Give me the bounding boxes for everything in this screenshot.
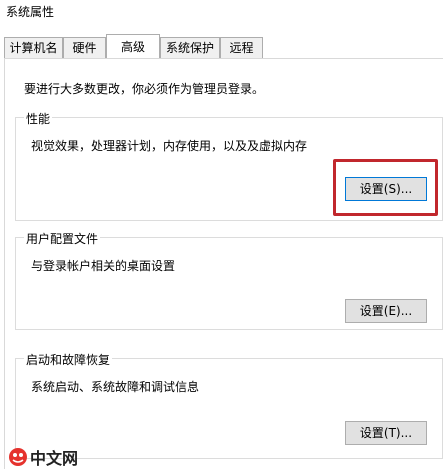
tab-remote[interactable]: 远程 xyxy=(220,37,263,58)
window-title: 系统属性 xyxy=(6,5,55,19)
tab-advanced[interactable]: 高级 xyxy=(106,34,160,58)
startup-recovery-group-title: 启动和故障恢复 xyxy=(24,351,113,368)
watermark-text: 中文网 xyxy=(30,451,79,468)
performance-group-title: 性能 xyxy=(24,110,53,127)
user-profiles-settings-button[interactable]: 设置(E)... xyxy=(345,299,427,323)
user-profiles-group-title: 用户配置文件 xyxy=(24,230,101,247)
watermark: 中文网 xyxy=(8,446,78,468)
admin-notice: 要进行大多数更改，你必须作为管理员登录。 xyxy=(24,82,265,96)
php-logo-icon xyxy=(8,447,28,467)
tab-hardware[interactable]: 硬件 xyxy=(63,37,106,58)
tab-system-protection[interactable]: 系统保护 xyxy=(160,37,220,58)
highlight-annotation-box xyxy=(333,159,438,216)
performance-description: 视觉效果，处理器计划，内存使用，以及及虚拟内存 xyxy=(31,139,308,153)
system-properties-window: 系统属性 计算机名 硬件 高级 系统保护 远程 要进行大多数更改，你必须作为管理… xyxy=(0,0,443,469)
tab-computer-name[interactable]: 计算机名 xyxy=(4,37,63,58)
startup-recovery-description: 系统启动、系统故障和调试信息 xyxy=(31,380,200,394)
tab-strip-border xyxy=(4,58,443,59)
startup-recovery-settings-button[interactable]: 设置(T)... xyxy=(345,421,427,445)
user-profiles-description: 与登录帐户相关的桌面设置 xyxy=(31,259,176,273)
